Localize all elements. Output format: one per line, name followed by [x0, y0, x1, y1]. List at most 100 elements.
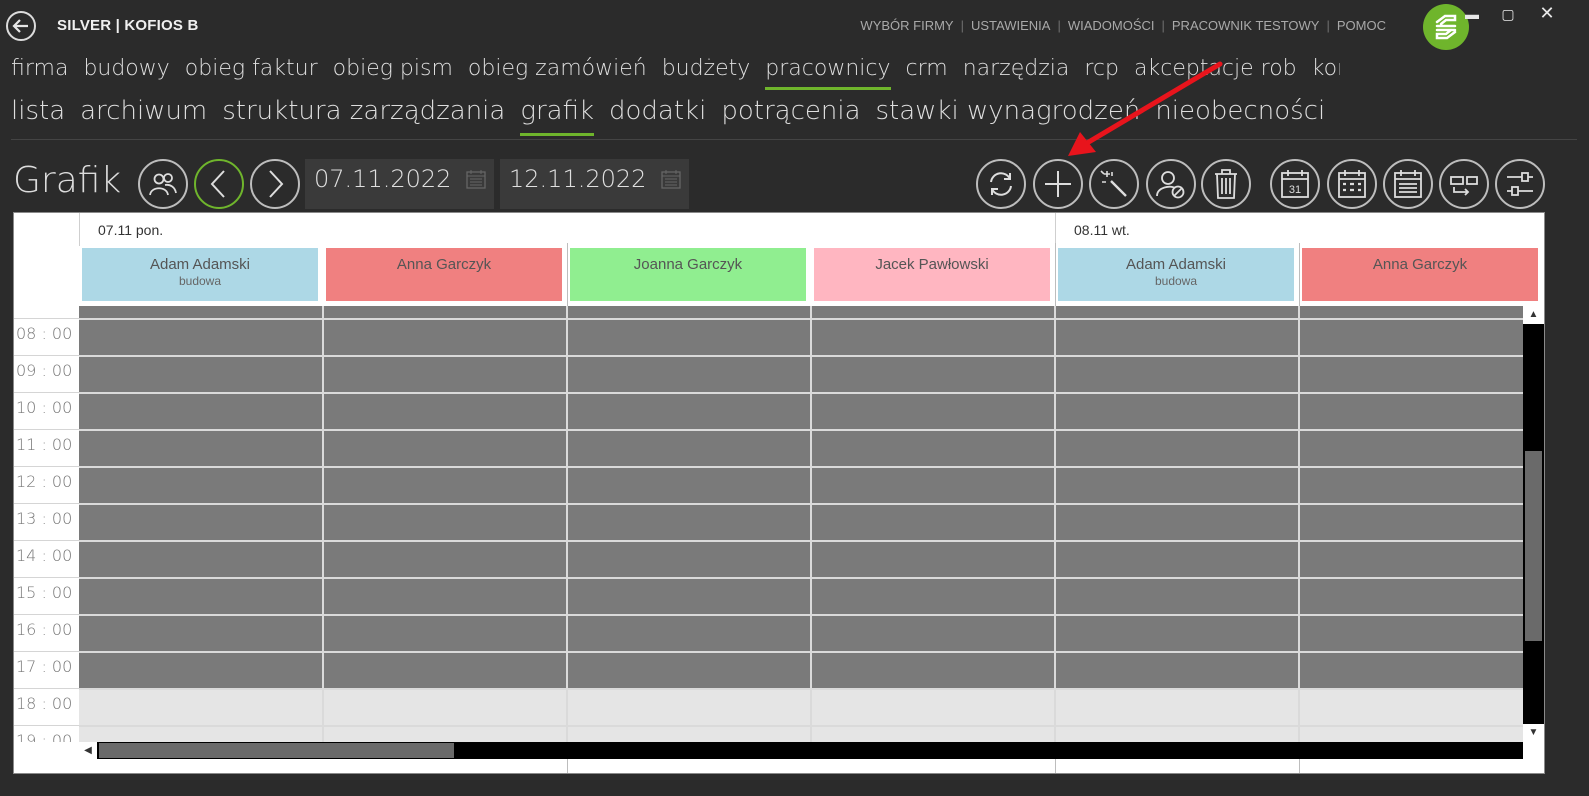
- next-icon: [269, 170, 284, 198]
- employees-icon: [149, 173, 177, 196]
- menu-item-obieg-zamowien[interactable]: obieg zamówień: [468, 56, 647, 90]
- scroll-up-icon[interactable]: ▲: [1523, 306, 1544, 324]
- employee-card[interactable]: Anna Garczyk: [326, 248, 562, 301]
- page-title: Grafik: [13, 160, 122, 201]
- settings-sliders-icon: [1507, 172, 1533, 196]
- link-help[interactable]: POMOC: [1337, 18, 1386, 33]
- hour-line: [79, 614, 1523, 616]
- date-from-value: 07.11.2022: [314, 165, 452, 193]
- menu-item-budzety[interactable]: budżety: [662, 56, 751, 90]
- menu-item-obieg-faktur[interactable]: obieg faktur: [185, 56, 318, 90]
- link-user[interactable]: PRACOWNIK TESTOWY: [1172, 18, 1320, 33]
- magic-wand-icon: [1100, 170, 1127, 197]
- employees-button[interactable]: [138, 159, 188, 209]
- employee-card[interactable]: Jacek Pawłowski: [814, 248, 1050, 301]
- tab-potracenia[interactable]: potrącenia: [721, 96, 860, 136]
- link-messages[interactable]: WIADOMOŚCI: [1068, 18, 1155, 33]
- view-day-button[interactable]: 31: [1270, 159, 1320, 209]
- delete-button[interactable]: [1201, 159, 1251, 209]
- menu-item-obieg-pism[interactable]: obieg pism: [333, 56, 453, 90]
- employee-card[interactable]: Joanna Garczyk: [570, 248, 806, 301]
- link-settings[interactable]: USTAWIENIA: [971, 18, 1050, 33]
- annotation-arrow: [1068, 61, 1223, 156]
- employee-card[interactable]: Anna Garczyk: [1302, 248, 1538, 301]
- menu-item-firma[interactable]: firma: [11, 56, 68, 90]
- tab-lista[interactable]: lista: [11, 96, 65, 136]
- menu-item-pracownicy[interactable]: pracownicy: [765, 56, 891, 90]
- menu-item-narzedzia[interactable]: narzędzia: [963, 56, 1070, 90]
- date-to-field[interactable]: 12.11.2022: [500, 159, 689, 209]
- tab-archiwum[interactable]: archiwum: [80, 96, 207, 136]
- time-line: [14, 355, 79, 356]
- time-line: [14, 466, 79, 467]
- employee-card[interactable]: Adam Adamski budowa: [1058, 248, 1294, 301]
- scroll-down-icon[interactable]: ▼: [1523, 724, 1544, 742]
- magic-wand-button[interactable]: [1089, 159, 1139, 209]
- employee-sub: budowa: [178, 274, 222, 288]
- column-line: [810, 306, 812, 742]
- column-line: [1298, 306, 1300, 742]
- time-line: [14, 429, 79, 430]
- scroll-corner: [1523, 742, 1544, 759]
- time-line: [14, 503, 79, 504]
- back-button[interactable]: [6, 11, 36, 41]
- separator: |: [1326, 18, 1330, 33]
- tab-dodatki[interactable]: dodatki: [609, 96, 706, 136]
- top-links: WYBÓR FIRMY | USTAWIENIA | WIADOMOŚCI | PRA…: [860, 18, 1386, 33]
- schedule-body[interactable]: [79, 306, 1523, 742]
- hour-line: [79, 651, 1523, 653]
- add-button[interactable]: [1033, 159, 1083, 209]
- employee-card[interactable]: Adam Adamski budowa: [82, 248, 318, 301]
- menu-item-konfiguracja[interactable]: konfigur: [1312, 56, 1340, 90]
- time-label: 17 : 00: [16, 657, 73, 676]
- tab-grafik[interactable]: grafik: [520, 96, 595, 136]
- title-bar: SILVER | KOFIOS B WYBÓR FIRMY | USTAWIENI…: [0, 0, 1589, 52]
- minimize-button[interactable]: ▬: [1462, 6, 1482, 22]
- tab-struktura[interactable]: struktura zarządzania: [222, 96, 505, 136]
- hour-line: [79, 725, 1523, 727]
- horizontal-scrollbar[interactable]: ◀: [79, 742, 1523, 759]
- link-company-select[interactable]: WYBÓR FIRMY: [860, 18, 953, 33]
- hour-line: [79, 355, 1523, 357]
- prev-button[interactable]: [194, 159, 244, 209]
- scroll-thumb[interactable]: [1525, 451, 1542, 641]
- settings-button[interactable]: [1495, 159, 1545, 209]
- time-line: [14, 577, 79, 578]
- employee-name: Anna Garczyk: [396, 256, 492, 273]
- employee-name: Anna Garczyk: [1372, 256, 1468, 273]
- menu-item-crm[interactable]: crm: [906, 56, 948, 90]
- maximize-button[interactable]: ▢: [1498, 6, 1518, 23]
- hour-line: [79, 392, 1523, 394]
- scroll-left-icon[interactable]: ◀: [79, 742, 97, 759]
- menu-item-budowy[interactable]: budowy: [83, 56, 169, 90]
- view-list-button[interactable]: [1383, 159, 1433, 209]
- prev-icon: [210, 170, 225, 198]
- separator: |: [960, 18, 964, 33]
- employee-name: Adam Adamski: [1125, 256, 1227, 273]
- add-icon: [1045, 171, 1071, 197]
- employee-sub: budowa: [1154, 274, 1198, 288]
- scroll-thumb[interactable]: [99, 743, 454, 758]
- hour-line: [79, 577, 1523, 579]
- app-title: SILVER | KOFIOS B: [57, 17, 199, 34]
- time-label: 08 : 00: [16, 324, 73, 343]
- next-button[interactable]: [250, 159, 300, 209]
- time-label: 10 : 00: [16, 398, 73, 417]
- vertical-scrollbar[interactable]: ▲ ▼: [1523, 306, 1544, 742]
- hour-line: [79, 429, 1523, 431]
- close-button[interactable]: ✕: [1537, 3, 1557, 24]
- calendar-icon[interactable]: [661, 169, 681, 189]
- employee-name: Adam Adamski: [149, 256, 251, 273]
- calendar-icon[interactable]: [466, 169, 486, 189]
- date-from-field[interactable]: 07.11.2022: [305, 159, 494, 209]
- refresh-button[interactable]: [976, 159, 1026, 209]
- view-week-button[interactable]: [1327, 159, 1377, 209]
- date-to-value: 12.11.2022: [509, 165, 647, 193]
- hour-line: [79, 503, 1523, 505]
- day-header: 07.11 pon.: [79, 213, 1056, 246]
- time-label: 12 : 00: [16, 472, 73, 491]
- user-block-button[interactable]: [1146, 159, 1196, 209]
- transfer-button[interactable]: [1439, 159, 1489, 209]
- day-label: 08.11 wt.: [1074, 222, 1130, 238]
- time-line: [14, 614, 79, 615]
